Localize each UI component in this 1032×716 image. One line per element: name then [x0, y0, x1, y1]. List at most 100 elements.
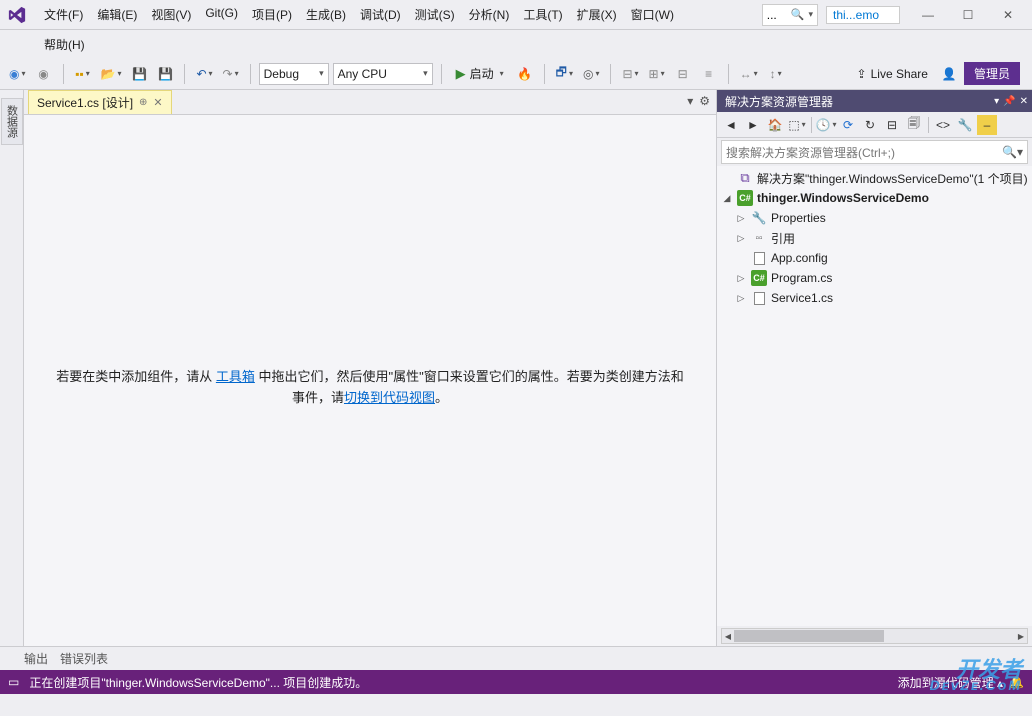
- menu-extensions[interactable]: 扩展(X): [571, 2, 623, 27]
- start-debugging-button[interactable]: ▶ 启动: [450, 62, 510, 86]
- expander-icon[interactable]: ▷: [735, 273, 747, 284]
- menu-file[interactable]: 文件(F): [38, 2, 89, 27]
- feedback-button[interactable]: 👤: [938, 62, 960, 86]
- preview-button[interactable]: ◎: [580, 62, 603, 86]
- spacing-h-button[interactable]: ↔: [737, 62, 761, 86]
- nav-back-button[interactable]: ◉: [6, 62, 29, 86]
- close-button[interactable]: ✕: [988, 0, 1028, 30]
- switch-views-icon[interactable]: ⬚: [787, 115, 807, 135]
- play-icon: ▶: [456, 66, 466, 82]
- pin-icon[interactable]: ⊕: [139, 97, 147, 108]
- main-area: 数据源 Service1.cs [设计] ⊕ ✕ ▾ ⚙ 若要在类中添加组件，请…: [0, 90, 1032, 646]
- scroll-right-icon[interactable]: ▶: [1015, 629, 1027, 643]
- error-list-tab[interactable]: 错误列表: [60, 650, 108, 667]
- horizontal-scrollbar[interactable]: ◀ ▶: [721, 628, 1028, 644]
- solution-explorer-panel: 解决方案资源管理器 ▾ 📌 ✕ ◄ ► 🏠 ⬚ 🕓 ⟳ ↻ ⊟ 🗐 <> 🔧 –…: [716, 90, 1032, 646]
- liveshare-icon: ⇪: [857, 67, 867, 81]
- tree-node-properties[interactable]: ▷ 🔧 Properties: [717, 208, 1032, 228]
- menu-view[interactable]: 视图(V): [145, 2, 197, 27]
- sync-icon[interactable]: ⟳: [838, 115, 858, 135]
- show-all-files-icon[interactable]: 🗐: [904, 115, 924, 135]
- save-button[interactable]: 💾: [128, 62, 150, 86]
- tab-label: Service1.cs [设计]: [37, 94, 133, 111]
- view-code-icon[interactable]: <>: [933, 115, 953, 135]
- solution-explorer-toolbar: ◄ ► 🏠 ⬚ 🕓 ⟳ ↻ ⊟ 🗐 <> 🔧 –: [717, 112, 1032, 138]
- expander-icon[interactable]: ▷: [735, 233, 747, 244]
- tree-node-project[interactable]: ◢ C# thinger.WindowsServiceDemo: [717, 188, 1032, 208]
- chevron-down-icon[interactable]: ▾: [808, 9, 813, 20]
- tree-node-appconfig[interactable]: App.config: [717, 248, 1032, 268]
- open-file-button[interactable]: 📂: [98, 62, 125, 86]
- auto-hide-icon[interactable]: 📌: [1003, 96, 1015, 107]
- menu-test[interactable]: 测试(S): [409, 2, 461, 27]
- toolbox-link[interactable]: 工具箱: [216, 369, 255, 384]
- refresh-icon[interactable]: ↻: [860, 115, 880, 135]
- menu-window[interactable]: 窗口(W): [625, 2, 680, 27]
- minimize-button[interactable]: —: [908, 0, 948, 30]
- solution-tree: ⧉ 解决方案"thinger.WindowsServiceDemo"(1 个项目…: [717, 166, 1032, 626]
- nav-forward-button[interactable]: ◉: [33, 62, 55, 86]
- window-position-icon[interactable]: ▾: [994, 96, 999, 107]
- menu-edit[interactable]: 编辑(E): [91, 2, 143, 27]
- new-project-button[interactable]: ▪▪: [72, 62, 94, 86]
- preview-selected-icon[interactable]: –: [977, 115, 997, 135]
- hot-reload-button[interactable]: 🔥: [514, 62, 536, 86]
- designer-hint-text: 若要在类中添加组件，请从 工具箱 中拖出它们，然后使用"属性"窗口来设置它们的属…: [24, 367, 716, 409]
- tree-node-solution[interactable]: ⧉ 解决方案"thinger.WindowsServiceDemo"(1 个项目…: [717, 168, 1032, 188]
- solution-name-display[interactable]: thi...emo: [826, 6, 900, 24]
- tab-settings-icon[interactable]: ⚙: [699, 94, 710, 108]
- menu-tools[interactable]: 工具(T): [517, 2, 568, 27]
- menu-debug[interactable]: 调试(D): [354, 2, 407, 27]
- expander-icon[interactable]: ▷: [735, 293, 747, 304]
- menu-help[interactable]: 帮助(H): [38, 32, 91, 57]
- menu-analyze[interactable]: 分析(N): [463, 2, 516, 27]
- back-icon[interactable]: ◄: [721, 115, 741, 135]
- quick-launch-input[interactable]: [767, 8, 791, 22]
- expander-icon[interactable]: ▷: [735, 213, 747, 224]
- title-bar: 文件(F) 编辑(E) 视图(V) Git(G) 项目(P) 生成(B) 调试(…: [0, 0, 1032, 30]
- document-tab-service1[interactable]: Service1.cs [设计] ⊕ ✕: [28, 90, 172, 114]
- align-left-button[interactable]: ⊟: [619, 62, 641, 86]
- forward-icon[interactable]: ►: [743, 115, 763, 135]
- solution-explorer-search[interactable]: 搜索解决方案资源管理器(Ctrl+;) 🔍▾: [721, 140, 1028, 164]
- quick-launch-search[interactable]: 🔍 ▾: [762, 4, 818, 26]
- scroll-left-icon[interactable]: ◀: [722, 629, 734, 643]
- spacing-v-button[interactable]: ↕: [765, 62, 787, 86]
- save-all-button[interactable]: 💾: [154, 62, 176, 86]
- redo-button[interactable]: ↷: [220, 62, 242, 86]
- tree-node-program[interactable]: ▷ C# Program.cs: [717, 268, 1032, 288]
- designer-surface[interactable]: 若要在类中添加组件，请从 工具箱 中拖出它们，然后使用"属性"窗口来设置它们的属…: [24, 114, 716, 646]
- align-top-button[interactable]: ⊟: [672, 62, 694, 86]
- pending-changes-filter-icon[interactable]: 🕓: [816, 115, 836, 135]
- close-panel-icon[interactable]: ✕: [1020, 96, 1028, 107]
- properties-icon[interactable]: 🔧: [955, 115, 975, 135]
- search-icon[interactable]: 🔍▾: [1002, 145, 1023, 159]
- status-message: 正在创建项目"thinger.WindowsServiceDemo"... 项目…: [29, 674, 367, 691]
- browser-link-button[interactable]: 🗗: [553, 62, 576, 86]
- undo-button[interactable]: ↶: [193, 62, 215, 86]
- align-center-button[interactable]: ⊞: [646, 62, 668, 86]
- collapse-all-icon[interactable]: ⊟: [882, 115, 902, 135]
- solution-explorer-header[interactable]: 解决方案资源管理器 ▾ 📌 ✕: [717, 90, 1032, 112]
- menu-project[interactable]: 项目(P): [246, 2, 298, 27]
- data-sources-tab[interactable]: 数据源: [1, 98, 23, 145]
- notification-icon[interactable]: 🔔: [1009, 675, 1024, 689]
- live-share-button[interactable]: ⇪ Live Share: [851, 62, 934, 86]
- admin-badge: 管理员: [964, 62, 1020, 85]
- menu-git[interactable]: Git(G): [199, 2, 244, 27]
- solution-platform-combo[interactable]: Any CPU▾: [333, 63, 433, 85]
- expander-icon[interactable]: ◢: [721, 193, 733, 204]
- align-mid-button[interactable]: ≡: [698, 62, 720, 86]
- add-to-source-control[interactable]: 添加到源代码管理 ▴: [898, 674, 1003, 691]
- maximize-button[interactable]: ☐: [948, 0, 988, 30]
- scroll-thumb[interactable]: [734, 630, 884, 642]
- output-tab[interactable]: 输出: [24, 650, 48, 667]
- switch-to-code-link[interactable]: 切换到代码视图: [344, 390, 435, 405]
- close-tab-icon[interactable]: ✕: [153, 96, 162, 109]
- tab-dropdown-icon[interactable]: ▾: [687, 94, 693, 108]
- tree-node-references[interactable]: ▷ ▫▫ 引用: [717, 228, 1032, 248]
- menu-build[interactable]: 生成(B): [300, 2, 352, 27]
- solution-config-combo[interactable]: Debug▾: [259, 63, 329, 85]
- home-icon[interactable]: 🏠: [765, 115, 785, 135]
- tree-node-service1[interactable]: ▷ Service1.cs: [717, 288, 1032, 308]
